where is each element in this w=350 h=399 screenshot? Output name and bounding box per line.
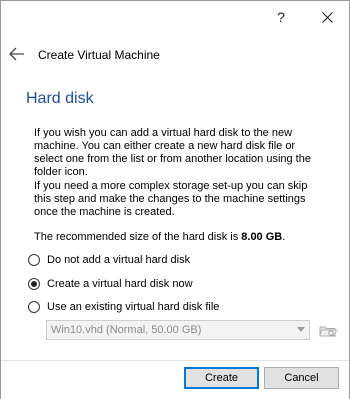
radio-use-existing-label: Use an existing virtual hard disk file bbox=[47, 301, 220, 313]
page-title: Hard disk bbox=[26, 90, 94, 107]
recommend-suffix: . bbox=[282, 231, 286, 243]
close-icon bbox=[321, 11, 333, 23]
recommend-size: 8.00 GB bbox=[241, 231, 283, 243]
close-button[interactable] bbox=[305, 1, 349, 33]
radio-use-existing-circle[interactable] bbox=[28, 301, 40, 313]
title-bar: ? bbox=[1, 1, 349, 33]
create-button[interactable]: Create bbox=[184, 367, 259, 389]
cancel-button[interactable]: Cancel bbox=[264, 367, 339, 389]
radio-create-disk-circle[interactable] bbox=[28, 278, 40, 290]
radio-no-disk-label: Do not add a virtual hard disk bbox=[47, 254, 191, 266]
wizard-header: Create Virtual Machine bbox=[1, 39, 349, 69]
radio-no-disk[interactable]: Do not add a virtual hard disk bbox=[28, 252, 190, 268]
radio-create-disk-label: Create a virtual hard disk now bbox=[47, 278, 193, 290]
description-paragraph-1: If you wish you can add a virtual hard d… bbox=[34, 127, 311, 178]
recommended-size-text: The recommended size of the hard disk is… bbox=[34, 231, 285, 243]
help-button[interactable]: ? bbox=[259, 1, 303, 33]
help-icon: ? bbox=[277, 9, 285, 25]
existing-disk-select: Win10.vhd (Normal, 50.00 GB) bbox=[46, 320, 310, 340]
dialog-window: ? Create Virtual Machine Hard disk If yo… bbox=[0, 0, 350, 399]
back-arrow-icon[interactable] bbox=[9, 47, 25, 61]
folder-browse-icon[interactable] bbox=[318, 321, 338, 341]
existing-disk-value: Win10.vhd (Normal, 50.00 GB) bbox=[51, 324, 202, 336]
wizard-title: Create Virtual Machine bbox=[38, 48, 160, 62]
chevron-down-icon bbox=[297, 327, 305, 332]
radio-create-disk[interactable]: Create a virtual hard disk now bbox=[28, 276, 193, 292]
radio-no-disk-circle[interactable] bbox=[28, 254, 40, 266]
recommend-prefix: The recommended size of the hard disk is bbox=[34, 231, 242, 243]
description-paragraph-2: If you need a more complex storage set-u… bbox=[34, 180, 308, 218]
radio-use-existing[interactable]: Use an existing virtual hard disk file bbox=[28, 299, 219, 315]
